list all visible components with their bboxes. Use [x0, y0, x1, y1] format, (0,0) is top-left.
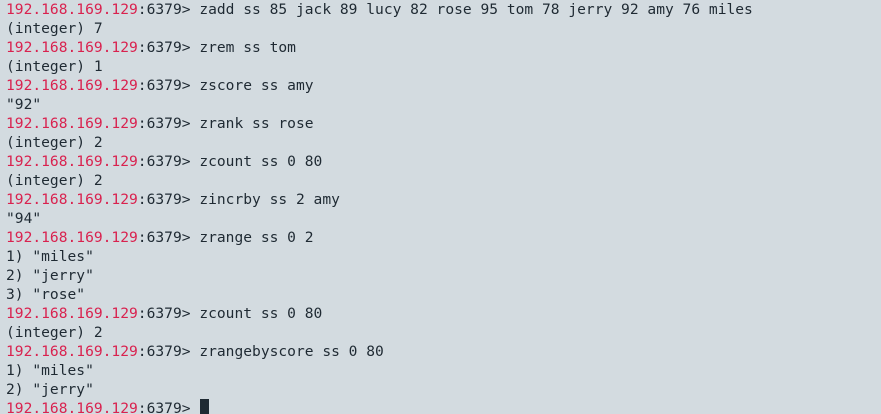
prompt-port: :6379>	[137, 77, 200, 94]
prompt-port: :6379>	[137, 191, 200, 208]
terminal-line-active-prompt[interactable]: 192.168.169.129:6379>	[6, 399, 881, 414]
terminal-line-command: 192.168.169.129:6379> zrank ss rose	[6, 114, 881, 133]
command-text: zcount ss 0 80	[199, 153, 323, 170]
prompt-port: :6379>	[137, 153, 200, 170]
terminal-line-command: 192.168.169.129:6379> zrem ss tom	[6, 38, 881, 57]
terminal-line-output: (integer) 2	[6, 172, 103, 189]
terminal-line-output: 2) "jerry"	[6, 381, 94, 398]
command-text: zrem ss tom	[199, 39, 296, 56]
prompt-host: 192.168.169.129	[6, 39, 138, 56]
terminal-line-output: "92"	[6, 96, 42, 113]
command-text: zrange ss 0 2	[199, 229, 314, 246]
terminal-line-output: 1) "miles"	[6, 362, 94, 379]
command-text: zcount ss 0 80	[199, 305, 323, 322]
command-text: zrangebyscore ss 0 80	[199, 343, 384, 360]
command-text: zrank ss rose	[199, 115, 314, 132]
command-text: zincrby ss 2 amy	[199, 191, 340, 208]
prompt-host: 192.168.169.129	[6, 115, 138, 132]
terminal-line-command: 192.168.169.129:6379> zcount ss 0 80	[6, 304, 881, 323]
command-text: zadd ss 85 jack 89 lucy 82 rose 95 tom 7…	[199, 1, 753, 18]
terminal-line-output: (integer) 2	[6, 324, 103, 341]
prompt-port: :6379>	[137, 1, 200, 18]
terminal-line-output: (integer) 1	[6, 58, 103, 75]
terminal-line-output: 3) "rose"	[6, 286, 86, 303]
prompt-host: 192.168.169.129	[6, 343, 138, 360]
text-cursor	[200, 399, 210, 414]
prompt-port: :6379>	[137, 229, 200, 246]
terminal-line-command: 192.168.169.129:6379> zrangebyscore ss 0…	[6, 342, 881, 361]
prompt-host: 192.168.169.129	[6, 1, 138, 18]
terminal-line-output: 1) "miles"	[6, 248, 94, 265]
prompt-host: 192.168.169.129	[6, 77, 138, 94]
terminal-line-command: 192.168.169.129:6379> zrange ss 0 2	[6, 228, 881, 247]
command-text: zscore ss amy	[199, 77, 314, 94]
terminal-line-command: 192.168.169.129:6379> zadd ss 85 jack 89…	[6, 0, 881, 19]
prompt-host: 192.168.169.129	[6, 400, 138, 414]
terminal-line-output: 2) "jerry"	[6, 267, 94, 284]
prompt-port: :6379>	[137, 39, 200, 56]
terminal-line-command: 192.168.169.129:6379> zscore ss amy	[6, 76, 881, 95]
terminal-line-command: 192.168.169.129:6379> zincrby ss 2 amy	[6, 190, 881, 209]
terminal-line-output: (integer) 2	[6, 134, 103, 151]
prompt-host: 192.168.169.129	[6, 229, 138, 246]
prompt-port: :6379>	[137, 115, 200, 132]
prompt-port: :6379>	[137, 343, 200, 360]
terminal-line-output: "94"	[6, 210, 42, 227]
prompt-host: 192.168.169.129	[6, 153, 138, 170]
terminal-window[interactable]: 192.168.169.129:6379> zadd ss 85 jack 89…	[0, 0, 881, 414]
prompt-host: 192.168.169.129	[6, 191, 138, 208]
terminal-line-output: (integer) 7	[6, 20, 103, 37]
prompt-port: :6379>	[137, 400, 200, 414]
terminal-line-command: 192.168.169.129:6379> zcount ss 0 80	[6, 152, 881, 171]
prompt-host: 192.168.169.129	[6, 305, 138, 322]
prompt-port: :6379>	[137, 305, 200, 322]
